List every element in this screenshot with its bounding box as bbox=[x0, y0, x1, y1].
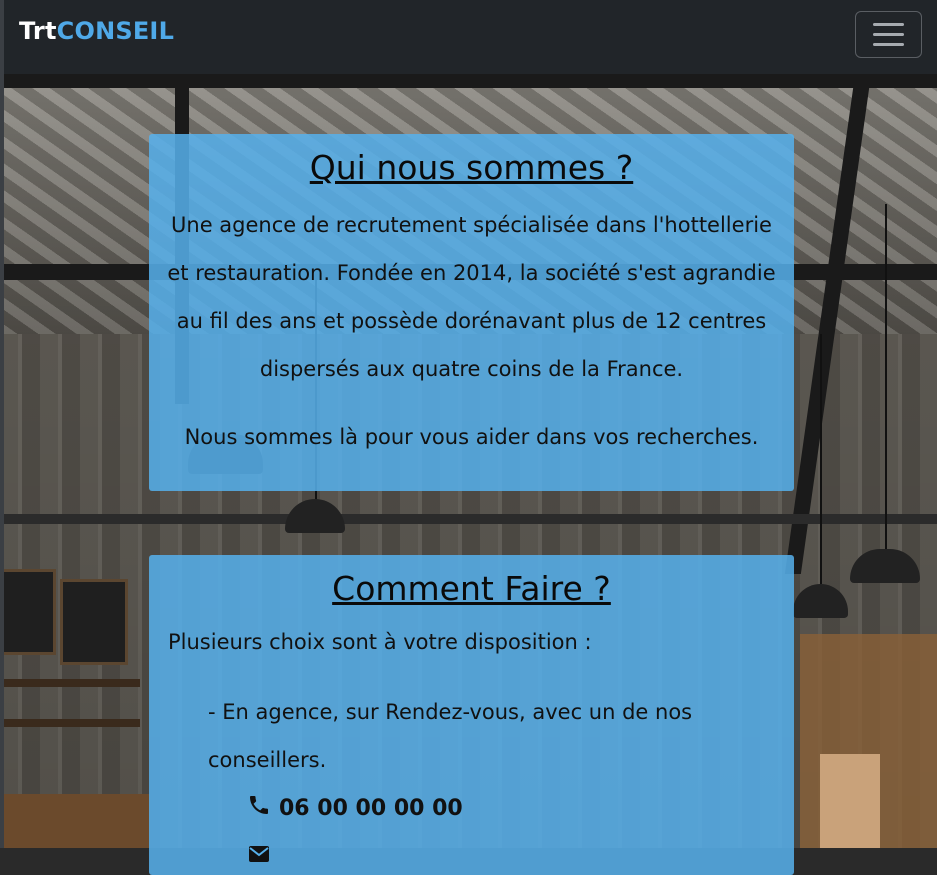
how-card: Comment Faire ? Plusieurs choix sont à v… bbox=[149, 555, 794, 875]
brand-logo[interactable]: TrtCONSEIL bbox=[19, 17, 174, 45]
pendant-lamp bbox=[793, 584, 848, 618]
beam bbox=[0, 74, 937, 88]
brand-part-trt: Trt bbox=[19, 17, 57, 45]
counter bbox=[0, 794, 150, 848]
how-lead: Plusieurs choix sont à votre disposition… bbox=[168, 630, 592, 654]
about-line-3: au fil des ans et possède dorénavant plu… bbox=[176, 309, 767, 333]
lamp-wire bbox=[820, 334, 822, 584]
hamburger-icon-bar bbox=[873, 43, 904, 46]
beam bbox=[0, 514, 937, 524]
phone-number: 06 00 00 00 00 bbox=[279, 795, 463, 821]
about-card: Qui nous sommes ? Une agence de recrutem… bbox=[149, 134, 794, 491]
pendant-lamp bbox=[285, 499, 345, 533]
about-line-4: dispersés aux quatre coins de la France. bbox=[259, 357, 684, 381]
about-title: Qui nous sommes ? bbox=[309, 148, 634, 187]
email-contact[interactable] bbox=[247, 842, 271, 872]
envelope-icon bbox=[247, 842, 271, 872]
about-line-2: et restauration. Fondée en 2014, la soci… bbox=[167, 261, 776, 285]
option-agency-line-1: - En agence, sur Rendez-vous, avec un de… bbox=[208, 700, 693, 724]
phone-contact[interactable]: 06 00 00 00 00 bbox=[247, 793, 463, 823]
shelf bbox=[0, 679, 140, 687]
navbar-toggle-button[interactable] bbox=[855, 11, 922, 58]
phone-icon bbox=[247, 793, 271, 823]
hamburger-icon-bar bbox=[873, 33, 904, 36]
shelf bbox=[0, 719, 140, 727]
option-agency-line-2: conseillers. bbox=[208, 748, 327, 772]
lamp-wire bbox=[885, 204, 887, 554]
brand-part-conseil: CONSEIL bbox=[56, 17, 175, 45]
how-title: Comment Faire ? bbox=[332, 569, 611, 608]
hamburger-icon-bar bbox=[873, 23, 904, 26]
left-edge bbox=[0, 0, 4, 848]
display-case bbox=[820, 754, 880, 848]
pendant-lamp bbox=[850, 549, 920, 583]
about-line-5: Nous sommes là pour vous aider dans vos … bbox=[184, 425, 759, 449]
about-line-1: Une agence de recrutement spécialisée da… bbox=[171, 213, 772, 237]
menu-board bbox=[60, 579, 128, 665]
navbar: TrtCONSEIL bbox=[0, 0, 937, 74]
menu-board bbox=[0, 569, 56, 655]
